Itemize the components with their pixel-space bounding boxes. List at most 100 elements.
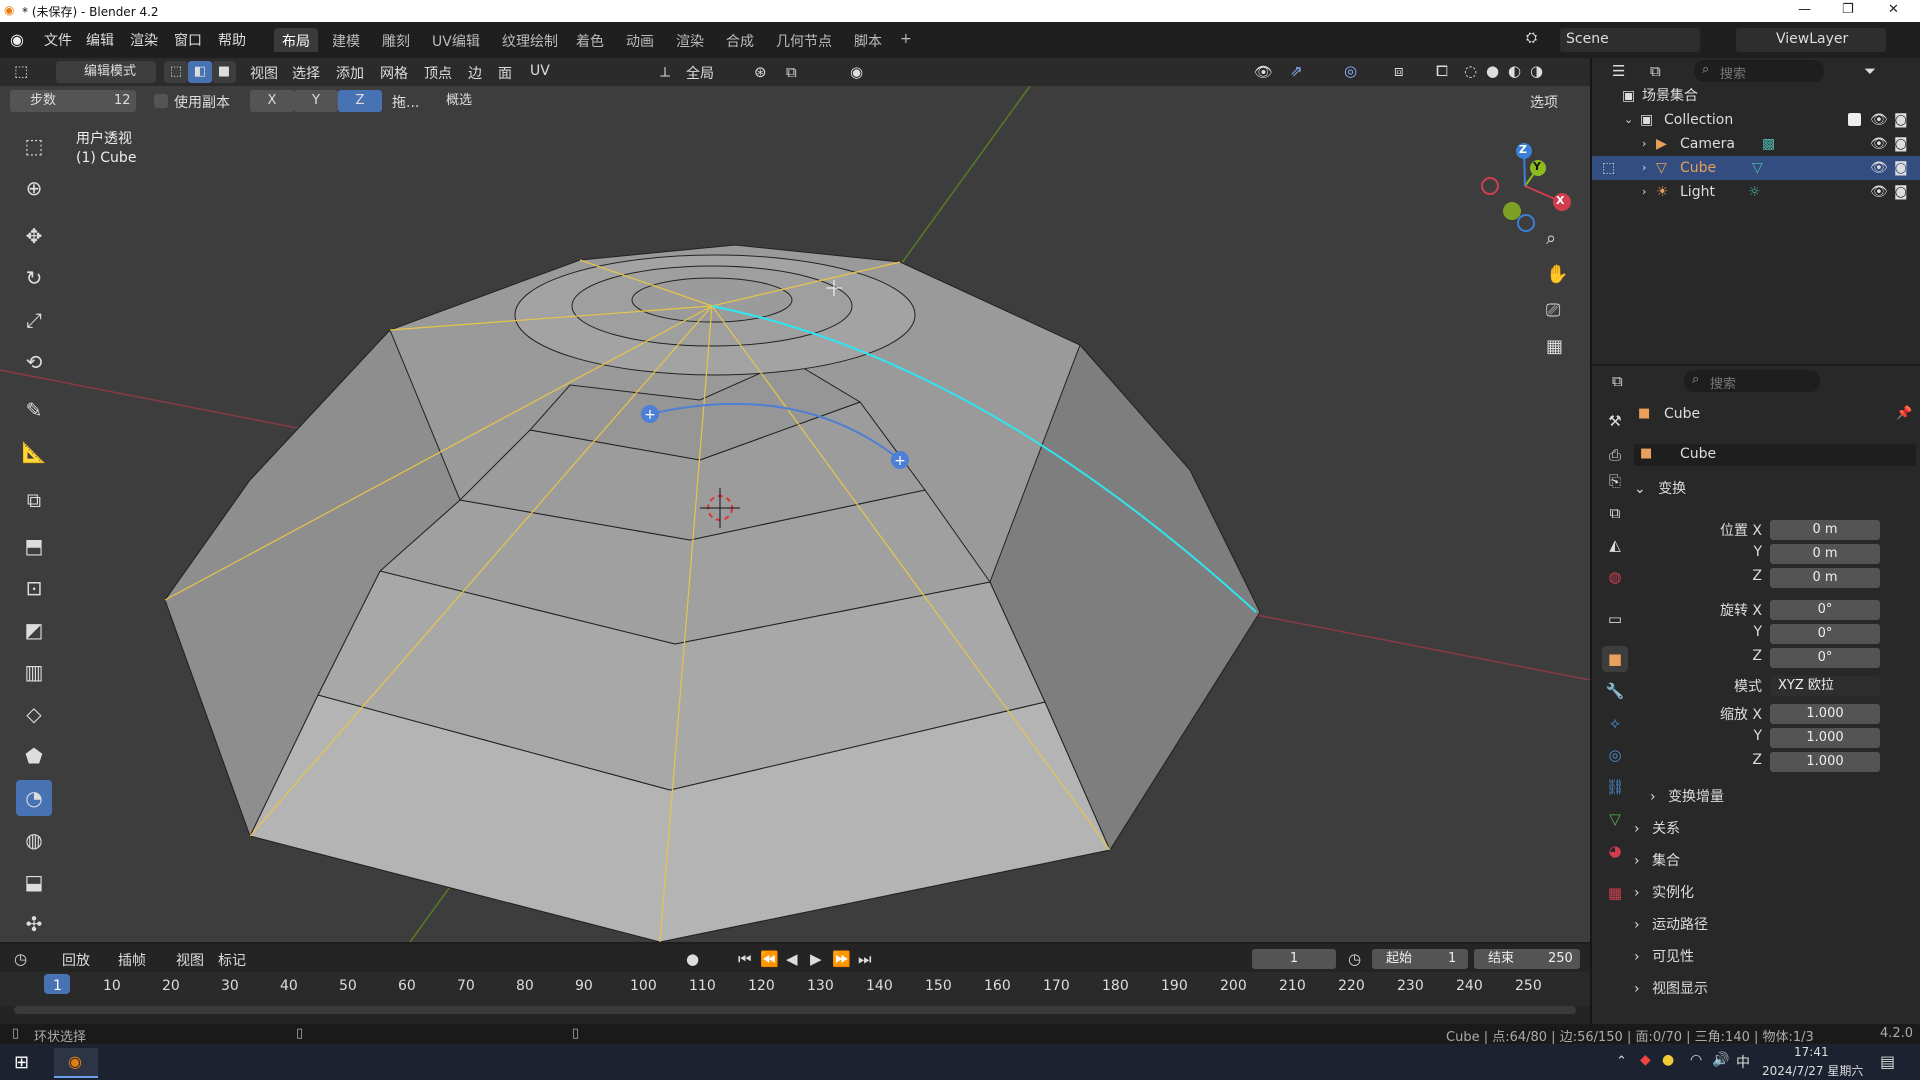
view-layer-tab-icon[interactable]: ⧉ [1602,500,1628,526]
blender-menu-icon[interactable]: ◉ [10,30,24,49]
eye-icon[interactable]: 👁 [1870,132,1888,156]
expand-icon[interactable]: ⌄ [1624,108,1633,132]
notification-icon[interactable]: ▤ [1880,1052,1895,1071]
proportional-edit-icon[interactable]: ◉ [850,63,863,81]
preview-range-icon[interactable]: ◷ [1348,950,1361,968]
collections-section[interactable]: › 集合 [1634,848,1914,874]
render-shading-icon[interactable]: ◑ [1530,62,1543,80]
next-keyframe-icon[interactable]: ⏩ [832,950,851,968]
filter-icon[interactable]: ⏷ [1864,62,1876,80]
collection-checkbox[interactable] [1848,113,1861,126]
clock-time[interactable]: 17:41 [1794,1045,1829,1059]
spin-tool-icon[interactable]: ◔ [16,780,52,816]
vertex-select-icon[interactable]: ⬚ [164,61,188,83]
poly-build-tool-icon[interactable]: ⬟ [16,738,52,774]
world-tab-icon[interactable]: ◍ [1602,564,1628,590]
collection-row[interactable]: ⌄ ▣ Collection 👁 ◙ [1592,108,1920,132]
annotate-tool-icon[interactable]: ✎ [16,392,52,428]
menu-playback[interactable]: 回放 [62,950,90,970]
scene-collection-row[interactable]: ▣ 场景集合 [1592,84,1920,108]
eye-icon[interactable]: 👁 [1870,108,1888,132]
axis-y-button[interactable]: Y [294,90,338,112]
tab-rendering[interactable]: 渲染 [668,28,712,52]
instancing-section[interactable]: › 实例化 [1634,880,1914,906]
inset-tool-icon[interactable]: ⊡ [16,570,52,606]
eye-icon[interactable]: 👁 [1870,180,1888,204]
loop-cut-tool-icon[interactable]: ▥ [16,654,52,690]
scene-selector[interactable]: Scene [1560,28,1700,52]
camera-render-icon[interactable]: ◙ [1894,132,1908,156]
properties-editor-icon[interactable]: ⧉ [1612,372,1623,390]
tab-uv-editing[interactable]: UV编辑 [424,28,488,52]
physics-tab-icon[interactable]: ◎ [1602,742,1628,768]
menu-edge[interactable]: 边 [468,63,482,83]
camera-render-icon[interactable]: ◙ [1894,180,1908,204]
axis-z-button[interactable]: Z [338,90,382,112]
transform-tool-icon[interactable]: ⟲ [16,344,52,380]
menu-view[interactable]: 视图 [250,63,278,83]
particles-tab-icon[interactable]: ⟡ [1602,710,1628,736]
menu-edit[interactable]: 编辑 [86,30,114,50]
jump-end-icon[interactable]: ⏭ [858,950,872,968]
volume-icon[interactable]: 🔊 [1712,1052,1729,1068]
location-y-field[interactable]: 0 m [1770,544,1880,564]
play-reverse-icon[interactable]: ◀ [786,950,798,968]
navigation-gizmo[interactable]: X Y Z [1470,131,1580,241]
timeline-scrollbar[interactable] [14,1006,1576,1014]
gizmo-toggle-icon[interactable]: ⇗ [1290,62,1303,80]
scale-y-field[interactable]: 1.000 [1770,728,1880,748]
timeline-editor-icon[interactable]: ◷ [14,950,27,968]
transform-section-header[interactable]: ⌄ 变换 [1634,476,1914,502]
start-frame-field[interactable]: 起始 1 [1372,949,1468,969]
menu-mesh[interactable]: 网格 [380,63,408,83]
motion-paths-section[interactable]: › 运动路径 [1634,912,1914,938]
add-cube-tool-icon[interactable]: ⧉ [16,482,52,518]
tab-scripting[interactable]: 脚本 [846,28,890,52]
snap-icon[interactable]: ⧉ [786,63,797,81]
taskbar-blender-app[interactable]: ◉ [54,1048,98,1078]
modifier-tab-icon[interactable]: 🔧 [1602,678,1628,704]
tab-sculpting[interactable]: 雕刻 [374,28,418,52]
edge-select-icon[interactable]: ◧ [188,61,212,83]
display-mode-icon[interactable]: ⧉ [1650,62,1661,80]
menu-marker[interactable]: 标记 [218,950,246,970]
orientation-dropdown[interactable]: 全局 [686,63,714,83]
scene-tab-icon[interactable]: ◭ [1602,532,1628,558]
options-dropdown[interactable]: 选项 [1530,92,1558,112]
data-tab-icon[interactable]: ▽ [1602,806,1628,832]
pan-hand-icon[interactable]: ✋ [1546,264,1568,285]
end-frame-field[interactable]: 结束 250 [1474,949,1580,969]
axis-x-button[interactable]: X [250,90,294,112]
3d-viewport[interactable]: + + 用户透视 (1) Cube X Y Z ⌕ ✋ ⎚ ▦ [0,86,1590,942]
viewlayer-selector[interactable]: ViewLayer [1736,28,1886,52]
ortho-grid-icon[interactable]: ▦ [1546,336,1563,357]
play-icon[interactable]: ▶ [810,950,822,968]
light-data-icon[interactable]: ☼ [1748,180,1761,204]
drag-label[interactable]: 拖... [392,92,419,112]
use-duplicate-checkbox[interactable] [154,94,168,108]
pivot-icon[interactable]: ⊛ [754,63,767,81]
outliner-editor-icon[interactable]: ☰ [1612,62,1625,80]
visibility-icon[interactable]: 👁 [1254,63,1273,81]
scale-tool-icon[interactable]: ⤢ [16,302,52,338]
object-name-field[interactable]: ■ Cube [1634,444,1916,466]
menu-window[interactable]: 窗口 [174,30,202,50]
knife-tool-icon[interactable]: ◇ [16,696,52,732]
tool-tab-icon[interactable]: ⚒ [1602,408,1628,434]
menu-file[interactable]: 文件 [44,30,72,50]
texture-tab-icon[interactable]: ▦ [1602,880,1628,906]
minimize-icon[interactable]: — [1798,2,1811,17]
tray-app2-icon[interactable]: ● [1662,1052,1674,1068]
outliner-item-cube[interactable]: ⬚ › ▽ Cube ▽ 👁 ◙ [1592,156,1920,180]
wireframe-shading-icon[interactable]: ◌ [1464,62,1477,80]
tab-texture-paint[interactable]: 纹理绘制 [494,28,566,52]
object-tab-icon[interactable]: ■ [1602,646,1628,672]
pin-icon[interactable]: 📌 [1896,406,1912,421]
menu-face[interactable]: 面 [498,63,512,83]
bevel-tool-icon[interactable]: ◩ [16,612,52,648]
expand-icon[interactable]: › [1642,132,1646,156]
edge-slide-tool-icon[interactable]: ⬓ [16,864,52,900]
face-select-icon[interactable]: ■ [212,61,236,83]
delta-transform-section[interactable]: › 变换增量 [1650,784,1920,810]
xray-icon[interactable]: ⧠ [1436,62,1448,80]
